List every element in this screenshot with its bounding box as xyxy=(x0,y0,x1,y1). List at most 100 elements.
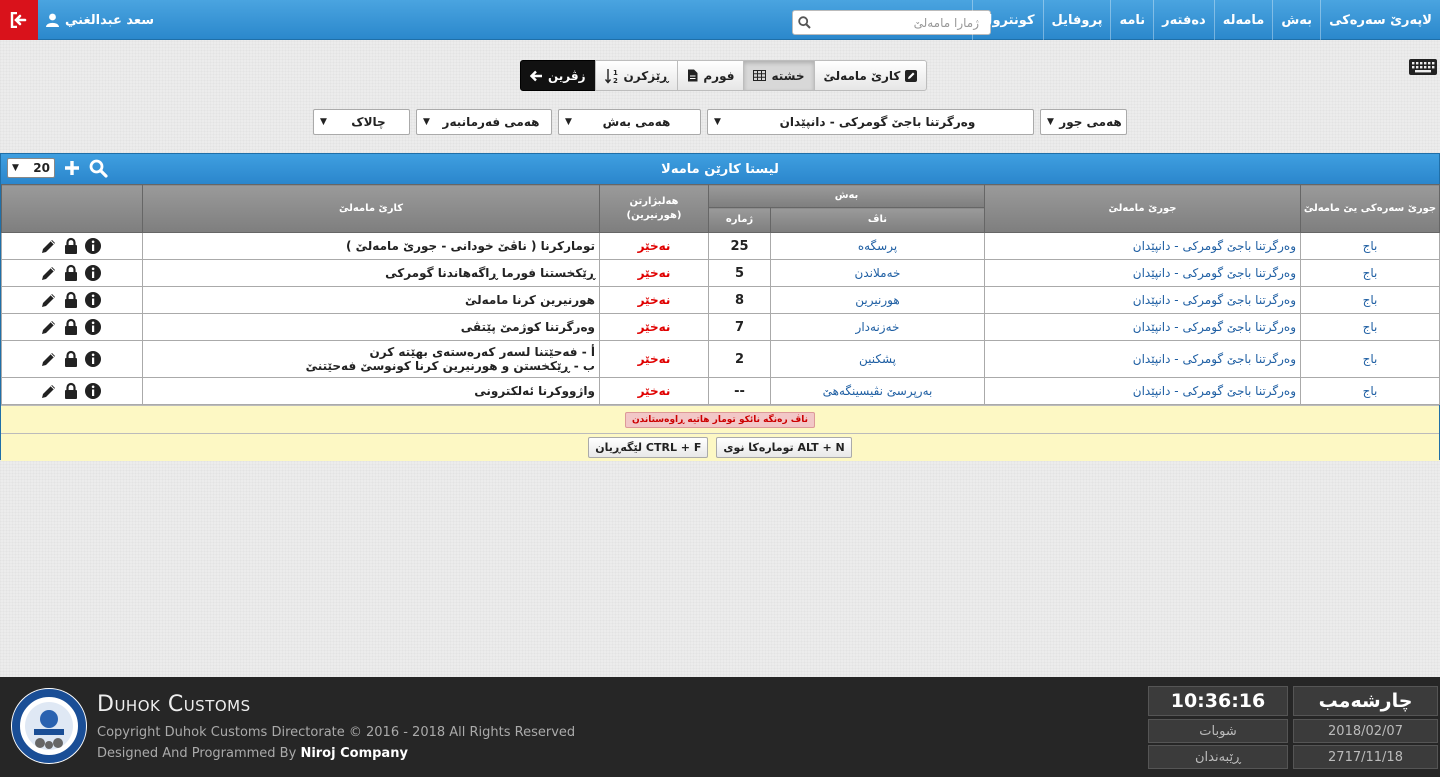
type-cell[interactable]: وەرگرتنا باجێ گومرکی - دانپێدان xyxy=(984,377,1301,405)
row-actions xyxy=(1,259,143,287)
type-cell[interactable]: وەرگرتنا باجێ گومرکی - دانپێدان xyxy=(984,286,1301,314)
panel-tools: ▼ 20 xyxy=(7,158,108,178)
info-icon[interactable] xyxy=(84,264,102,282)
lock-icon[interactable] xyxy=(62,291,80,309)
panel-header: ▼ 20 لیستا کارێن مامەلا xyxy=(1,154,1439,184)
nav-item-home[interactable]: لاپەرێ سەرەکی xyxy=(1320,0,1440,40)
transaction-type-select[interactable]: ▼ وەرگرتنا باجێ گومرکی - دانپێدان xyxy=(707,109,1034,135)
sort-button[interactable]: 1 2 ڕێزکرن xyxy=(594,60,679,91)
main-type-cell[interactable]: باج xyxy=(1300,377,1440,405)
row-actions xyxy=(1,232,143,260)
back-label: زڤرین xyxy=(548,68,586,83)
caret-down-icon: ▼ xyxy=(320,117,327,127)
keyboard-icon[interactable] xyxy=(1408,57,1438,77)
panel-title: لیستا کارێن مامەلا xyxy=(661,161,779,177)
duhok-customs-logo xyxy=(11,688,87,764)
section-name-cell[interactable]: هورنیرین xyxy=(770,286,985,314)
caret-down-icon: ▼ xyxy=(12,163,19,173)
edit-pencil-icon[interactable] xyxy=(40,264,58,282)
info-icon[interactable] xyxy=(84,318,102,336)
nav-item-transaction[interactable]: مامەلە xyxy=(1213,0,1273,40)
lock-icon[interactable] xyxy=(62,350,80,368)
page-size-select[interactable]: ▼ 20 xyxy=(7,158,55,178)
table-row[interactable]: واژووکرنا ئەلکترونی نەخێر -- بەرپرسێ نڤیسین… xyxy=(1,377,1440,405)
section-name-cell[interactable]: خەملاندن xyxy=(770,259,985,287)
info-icon[interactable] xyxy=(84,382,102,400)
table-row[interactable]: ڕێکخستنا فورما ڕاگەهاندنا گومرکی نەخێر 5 خە… xyxy=(1,259,1440,287)
footer-designed-prefix: Designed And Programmed By xyxy=(97,746,297,761)
type-cell[interactable]: وەرگرتنا باجێ گومرکی - دانپێدان xyxy=(984,313,1301,341)
clock-box: 10:36:16 xyxy=(1148,686,1288,716)
table-row[interactable]: هورنیرین کرنا مامەلێ نەخێر 8 هورنیرین وەرگرت… xyxy=(1,286,1440,314)
main-type-cell[interactable]: باج xyxy=(1300,313,1440,341)
type-cell[interactable]: وەرگرتنا باجێ گومرکی - دانپێدان xyxy=(984,340,1301,378)
nav-item-letter[interactable]: نامە xyxy=(1110,0,1153,40)
main-type-column-header: جورێ سەرەکی یێ مامەلێ xyxy=(1300,184,1440,233)
grid-view-button[interactable]: خشتە xyxy=(743,60,815,91)
search-shortcut-hint[interactable]: CTRL + F لێگەڕیان xyxy=(588,437,709,458)
lock-icon[interactable] xyxy=(62,382,80,400)
new-record-shortcut-hint[interactable]: ALT + N تومارەکا نوی xyxy=(716,437,852,458)
plus-icon[interactable] xyxy=(63,159,81,177)
table-row[interactable]: أ - فەحێتنا لسەر کەرەستەی بهێتە کرن ب - ڕ… xyxy=(1,340,1440,378)
type-cell[interactable]: وەرگرتنا باجێ گومرکی - دانپێدان xyxy=(984,232,1301,260)
main-type-cell[interactable]: باج xyxy=(1300,259,1440,287)
form-view-button[interactable]: فورم xyxy=(677,60,745,91)
info-icon[interactable] xyxy=(84,291,102,309)
edit-pencil-icon[interactable] xyxy=(40,291,58,309)
type-cell[interactable]: وەرگرتنا باجێ گومرکی - دانپێدان xyxy=(984,259,1301,287)
row-actions xyxy=(1,313,143,341)
status-select[interactable]: ▼ چالاک xyxy=(313,109,410,135)
choice-cell: نەخێر xyxy=(599,313,709,341)
form-label: فورم xyxy=(703,68,735,83)
work-cell: تومارکرنا ( ناڤێ خودانی - جورێ مامەلێ ) xyxy=(142,232,600,260)
page-size-value: 20 xyxy=(33,161,50,175)
main-type-cell[interactable]: باج xyxy=(1300,232,1440,260)
main-type-cell[interactable]: باج xyxy=(1300,286,1440,314)
edit-pencil-icon[interactable] xyxy=(40,318,58,336)
work-cell: واژووکرنا ئەلکترونی xyxy=(142,377,600,405)
edit-pencil-icon[interactable] xyxy=(40,350,58,368)
row-actions xyxy=(1,340,143,378)
section-name-cell[interactable]: بەرپرسێ نڤیسینگەهێ xyxy=(770,377,985,405)
row-actions xyxy=(1,377,143,405)
section-name-cell[interactable]: پرسگەه xyxy=(770,232,985,260)
user-menu[interactable]: سعد عبدالغني xyxy=(46,0,154,40)
info-icon[interactable] xyxy=(84,350,102,368)
section-select[interactable]: ▼ هەمی بەش xyxy=(558,109,701,135)
work-cell: ڕێکخستنا فورما ڕاگەهاندنا گومرکی xyxy=(142,259,600,287)
table-row[interactable]: تومارکرنا ( ناڤێ خودانی - جورێ مامەلێ ) ن… xyxy=(1,232,1440,260)
choice-cell: نەخێر xyxy=(599,377,709,405)
footer-company[interactable]: Niroj Company xyxy=(300,746,408,761)
search-icon[interactable] xyxy=(89,159,108,178)
sort-numeric-icon: 1 2 xyxy=(604,68,618,84)
day-box: چارشەمب xyxy=(1293,686,1438,716)
section-name-cell[interactable]: پشکنین xyxy=(770,340,985,378)
main-type-cell[interactable]: باج xyxy=(1300,340,1440,378)
lock-icon[interactable] xyxy=(62,264,80,282)
number-cell: 8 xyxy=(708,286,771,314)
lock-icon[interactable] xyxy=(62,237,80,255)
table-row[interactable]: وەرگرتنا کوژمێ پێتڤی نەخێر 7 خەزنەدار وەرگرت… xyxy=(1,313,1440,341)
edit-pencil-icon[interactable] xyxy=(40,382,58,400)
nav-item-control[interactable]: کونترول xyxy=(972,0,1042,40)
user-icon xyxy=(46,13,59,27)
logout-button[interactable] xyxy=(0,0,38,40)
nav-item-section[interactable]: بەش xyxy=(1272,0,1320,40)
number-cell: 7 xyxy=(708,313,771,341)
edit-pencil-icon[interactable] xyxy=(40,237,58,255)
caret-down-icon: ▼ xyxy=(565,117,572,127)
back-button[interactable]: زڤرین xyxy=(520,60,596,91)
section-name-cell[interactable]: خەزنەدار xyxy=(770,313,985,341)
search-input[interactable] xyxy=(815,11,985,34)
officer-select[interactable]: ▼ هەمی فەرمانبەر xyxy=(416,109,552,135)
lock-icon[interactable] xyxy=(62,318,80,336)
type-select[interactable]: ▼ هەمی جور xyxy=(1040,109,1127,135)
edit-transaction-button[interactable]: کارێ مامەلێ xyxy=(813,60,928,91)
number-cell: 25 xyxy=(708,232,771,260)
info-icon[interactable] xyxy=(84,237,102,255)
search-icon[interactable] xyxy=(793,16,815,29)
nav-item-ledger[interactable]: دەفتەر xyxy=(1153,0,1214,40)
nav-item-profile[interactable]: پروفایل xyxy=(1042,0,1111,40)
number-cell: 5 xyxy=(708,259,771,287)
